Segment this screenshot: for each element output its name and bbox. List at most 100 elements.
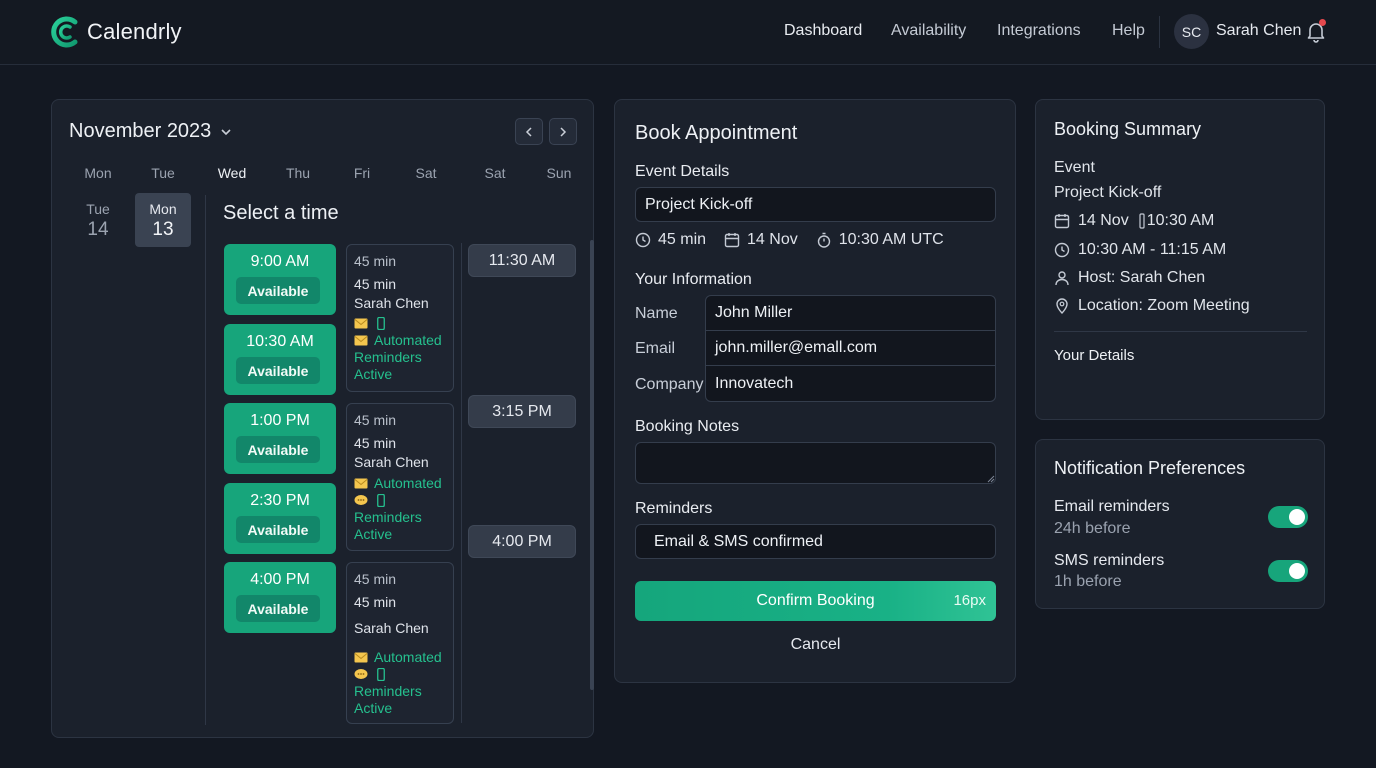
nav-availability[interactable]: Availability — [891, 22, 966, 40]
divider — [461, 243, 462, 723]
notification-preferences-panel: Notification Preferences Email reminders… — [1035, 439, 1325, 609]
month-selector[interactable]: November 2023 — [69, 120, 233, 143]
date-cell-number: 13 — [152, 219, 174, 240]
date-cell-day: Tue — [86, 201, 110, 217]
summary-location: Location: Zoom Meeting — [1078, 297, 1250, 314]
calendar-icon — [1054, 214, 1070, 229]
stopwatch-icon — [817, 232, 830, 248]
event-meta: 45 min 14 Nov 10:30 AM UTC — [635, 231, 944, 249]
slot-detail-card[interactable]: 45 min 45 min Sarah Chen Automated Remin… — [346, 403, 454, 551]
time-slot[interactable]: 9:00 AM Available — [224, 244, 336, 315]
summary-host: Host: Sarah Chen — [1078, 269, 1206, 286]
reminders-label: Reminders — [635, 500, 713, 517]
scrollbar[interactable] — [590, 240, 594, 690]
email-field[interactable]: john.miller@emall.com — [706, 331, 995, 366]
reminder-icons — [354, 315, 446, 332]
your-information-label: Your Information — [635, 271, 752, 288]
prev-month-button[interactable] — [515, 118, 543, 145]
nav-dashboard[interactable]: Dashboard — [784, 22, 862, 40]
reminder-text: Automated — [374, 475, 442, 491]
reminder-text: Active — [354, 366, 393, 382]
summary-event-name: Project Kick-off — [1054, 184, 1162, 201]
time-slot-status: Available — [236, 277, 320, 304]
reminder-text: Automated — [374, 332, 442, 348]
company-label: Company — [635, 376, 704, 393]
reminders-field[interactable]: Email & SMS confirmed — [635, 524, 996, 559]
nav-help[interactable]: Help — [1112, 22, 1145, 40]
notifications-title: Notification Preferences — [1054, 458, 1246, 478]
chevron-right-icon — [560, 126, 567, 137]
summary-date: 14 Nov — [1078, 212, 1129, 229]
next-month-button[interactable] — [549, 118, 577, 145]
summary-time: 10:30 AM — [1146, 212, 1215, 229]
notification-dot — [1319, 19, 1326, 26]
user-name[interactable]: Sarah Chen — [1216, 22, 1301, 40]
alt-time-slot[interactable]: 4:00 PM — [468, 525, 576, 558]
clock-icon — [1054, 242, 1070, 258]
email-icon — [354, 335, 368, 346]
nav-integrations[interactable]: Integrations — [997, 22, 1081, 40]
detail-duration: 45 min — [354, 253, 397, 269]
alt-time-slot[interactable]: 11:30 AM — [468, 244, 576, 277]
toggle-knob — [1289, 509, 1305, 525]
event-name-field[interactable]: Project Kick-off — [635, 187, 996, 222]
event-date: 14 Nov — [747, 231, 798, 248]
date-cell-day: Mon — [149, 201, 177, 217]
avatar[interactable]: SC — [1174, 14, 1209, 49]
chevron-down-icon — [221, 128, 231, 135]
summary-title: Booking Summary — [1054, 119, 1202, 139]
email-icon — [354, 478, 368, 489]
sms-reminders-toggle[interactable] — [1268, 560, 1308, 582]
phone-icon — [377, 668, 385, 681]
brand-logo[interactable]: Calendrly — [50, 14, 182, 50]
email-reminders-toggle[interactable] — [1268, 506, 1308, 528]
weekday-label: Sat — [415, 165, 437, 181]
time-slot-status: Available — [236, 436, 320, 463]
company-field[interactable]: Innovatech — [706, 366, 995, 401]
detail-duration: 45 min — [354, 276, 397, 292]
detail-duration: 45 min — [354, 571, 397, 587]
toggle-knob — [1289, 563, 1305, 579]
cancel-button[interactable]: Cancel — [635, 636, 996, 654]
reminder-line: Automated — [354, 332, 446, 349]
confirm-button-tag: 16px — [953, 592, 986, 609]
chat-icon — [354, 669, 368, 679]
date-cell[interactable]: Tue 14 — [70, 193, 126, 247]
summary-time-range: 10:30 AM - 11:15 AM — [1078, 241, 1227, 258]
user-icon — [1055, 271, 1069, 286]
resize-handle-icon[interactable] — [987, 475, 995, 483]
time-slot-status: Available — [236, 357, 320, 384]
email-icon — [354, 652, 368, 663]
booking-notes-field[interactable] — [635, 442, 996, 484]
reminder-text: Reminders — [354, 509, 422, 525]
time-slot[interactable]: 2:30 PM Available — [224, 483, 336, 554]
event-time: 10:30 AM UTC — [838, 231, 944, 248]
booking-panel: Book Appointment Event Details Project K… — [614, 99, 1016, 683]
time-slot[interactable]: 1:00 PM Available — [224, 403, 336, 474]
alt-time-slot[interactable]: 3:15 PM — [468, 395, 576, 428]
month-label: November 2023 — [69, 120, 212, 142]
booking-summary-panel: Booking Summary Event Project Kick-off 1… — [1035, 99, 1325, 420]
time-slot[interactable]: 10:30 AM Available — [224, 324, 336, 395]
slot-detail-card[interactable]: 45 min 45 min Sarah Chen Automated Remin… — [346, 244, 454, 392]
weekday-label: Mon — [84, 165, 112, 181]
chat-icon — [354, 495, 368, 505]
confirm-booking-button[interactable]: Confirm Booking 16px — [635, 581, 996, 621]
time-slot[interactable]: 4:00 PM Available — [224, 562, 336, 633]
reminder-icons — [354, 492, 446, 509]
weekday-label: Tue — [151, 165, 175, 181]
detail-host: Sarah Chen — [354, 454, 429, 470]
reminder-text: Active — [354, 526, 393, 542]
weekday-label: Fri — [353, 165, 371, 181]
event-details-label: Event Details — [635, 163, 730, 180]
reminder-text: Reminders — [354, 683, 422, 699]
reminder-text: Reminders — [354, 349, 422, 365]
separator-icon — [1139, 213, 1145, 229]
clock-icon — [635, 232, 651, 248]
name-label: Name — [635, 305, 678, 322]
divider — [205, 195, 206, 725]
date-cell-selected[interactable]: Mon 13 — [135, 193, 191, 247]
reminder-line: Automated — [354, 649, 446, 666]
slot-detail-card[interactable]: 45 min 45 min Sarah Chen Automated Remin… — [346, 562, 454, 724]
name-field[interactable]: John Miller — [706, 296, 995, 331]
